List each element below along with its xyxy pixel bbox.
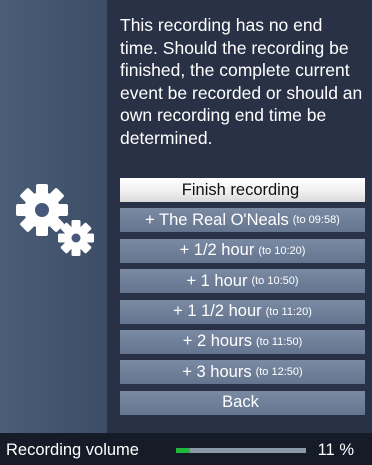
recording-dialog: This recording has no end time. Should t…: [0, 0, 372, 433]
menu-item-label: + The Real O'Neals: [145, 210, 289, 229]
menu-item-label: Finish recording: [181, 180, 300, 199]
menu-item-two-hours[interactable]: + 2 hours (to 11:50): [120, 329, 365, 354]
volume-meter: [176, 448, 306, 453]
menu-item-hint: (to 11:50): [255, 335, 303, 348]
menu-item-label: + 1 1/2 hour: [173, 302, 262, 321]
menu-item-finish-recording[interactable]: Finish recording: [120, 178, 365, 202]
dialog-sidebar: [0, 0, 107, 433]
menu-item-event[interactable]: + The Real O'Neals (to 09:58): [120, 208, 365, 233]
menu-item-one-hour[interactable]: + 1 hour (to 10:50): [120, 269, 365, 294]
menu-item-label: Back: [222, 393, 259, 412]
menu-item-hint: (to 10:20): [258, 244, 306, 257]
menu-item-label: + 1 hour: [186, 271, 248, 290]
menu-item-hint: (to 10:50): [251, 275, 299, 288]
menu-item-label: + 2 hours: [182, 332, 252, 351]
dialog-message: This recording has no end time. Should t…: [120, 15, 363, 148]
menu-item-hint: (to 09:58): [292, 214, 340, 227]
volume-value: 11 %: [317, 441, 354, 459]
volume-label: Recording volume: [6, 441, 139, 459]
menu-item-label: + 3 hours: [182, 362, 252, 381]
recording-volume-bar: Recording volume 11 %: [0, 433, 372, 465]
menu-item-hint: (to 11:20): [265, 305, 312, 318]
menu-item-back[interactable]: Back: [120, 390, 365, 415]
menu-item-one-half-hour[interactable]: + 1 1/2 hour (to 11:20): [120, 299, 365, 324]
menu-item-three-hours[interactable]: + 3 hours (to 12:50): [120, 360, 365, 385]
volume-meter-fill: [176, 448, 191, 453]
menu-item-label: + 1/2 hour: [179, 241, 255, 260]
menu-item-hint: (to 12:50): [255, 366, 303, 379]
gears-icon: [16, 184, 94, 256]
options-menu: Finish recording + The Real O'Neals (to …: [120, 178, 365, 421]
menu-item-half-hour[interactable]: + 1/2 hour (to 10:20): [120, 238, 365, 263]
